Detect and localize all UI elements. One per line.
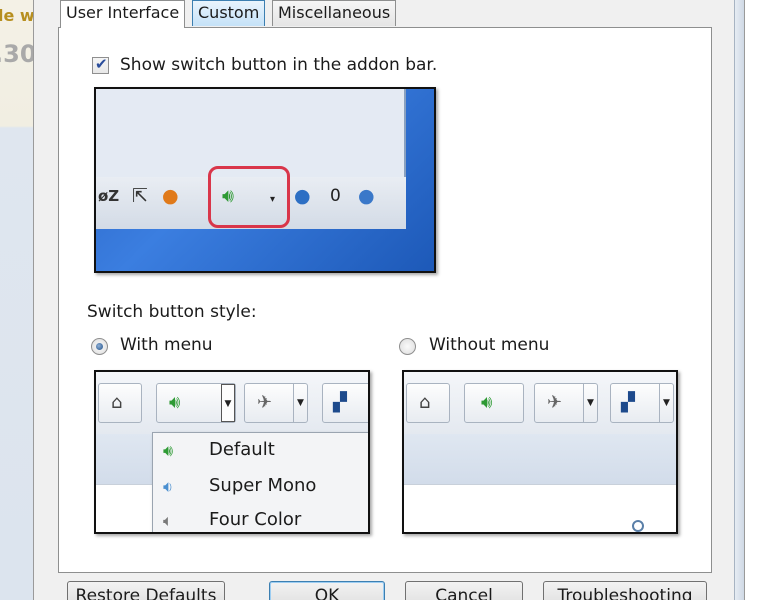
addon-icon-arrow-box: ⇱ [132,185,148,207]
without-menu-preview: ⌂ 🔊︎ ✈ ▼ ▞ ▼ [402,370,678,534]
restore-defaults-button[interactable]: Restore Defaults [67,581,225,600]
show-switch-button-checkbox[interactable]: ✔ [92,55,109,74]
speaker-icon: 🔊︎ [169,392,181,413]
cancel-button[interactable]: Cancel [405,581,523,600]
chevron-down-icon: ▼ [221,384,235,422]
chevron-down-icon: ▼ [659,384,673,422]
checkmark-icon: ✔ [95,55,108,73]
ok-button[interactable]: OK [269,581,385,600]
switch-style-menu: 🔊︎ Default 🔉︎ Super Mono 🔈︎ Four Color [152,432,368,532]
switch-button-highlight [208,166,290,228]
addon-icon-globe: ● [294,185,311,207]
menu-item-four-color: 🔈︎ Four Color [153,505,368,532]
four-color-speaker-icon: 🔈︎ [163,511,173,530]
addon-icon-rocket: ● [162,185,179,207]
grid-icon: ▞ [333,392,347,413]
with-menu-radio[interactable] [91,338,108,355]
menu-item-super-mono-label: Super Mono [209,475,317,496]
with-menu-preview: ⌂ 🔊︎ ▼ ✈ ▼ ▞ 🔊︎ Default 🔉︎ Super Mono 🔈︎… [94,370,370,534]
menu-item-super-mono: 🔉︎ Super Mono [153,471,368,505]
addon-icon-ap: ● [358,185,375,207]
preview-content-line [404,484,676,485]
menu-item-default-label: Default [209,439,275,460]
grid-button: ▞ ▼ [610,383,674,423]
mono-speaker-icon: 🔉︎ [163,477,174,496]
home-button: ⌂ [98,383,142,423]
search-icon [632,520,644,532]
with-menu-label[interactable]: With menu [120,335,213,355]
menu-item-default: 🔊︎ Default [153,435,368,469]
switch-button-with-menu: 🔊︎ ▼ [156,383,236,423]
without-menu-radio[interactable] [399,338,416,355]
speaker-icon: 🔊︎ [163,441,174,460]
home-icon: ⌂ [419,392,431,413]
show-switch-button-label[interactable]: Show switch button in the addon bar. [120,55,437,75]
chevron-down-icon: ▼ [583,384,597,422]
bug-icon: ✈ [547,392,563,413]
grid-button: ▞ [322,383,368,423]
addon-counter: 0 [330,186,341,206]
troubleshooting-button[interactable]: Troubleshooting [543,581,707,600]
addon-icon-text: øZ [98,187,120,205]
menu-item-four-color-label: Four Color [209,509,302,530]
addon-button: ✈ ▼ [534,383,598,423]
bug-icon: ✈ [257,392,273,413]
addon-bar-preview: øZ ⇱ ● 🔊︎ ▾ ● 0 ● [94,87,436,273]
radio-selected-dot [96,343,103,350]
speaker-icon: 🔊︎ [481,392,493,413]
home-button: ⌂ [406,383,450,423]
switch-style-label: Switch button style: [87,302,257,322]
chevron-down-icon: ▼ [293,384,307,422]
grid-icon: ▞ [621,392,635,413]
home-icon: ⌂ [111,392,123,413]
preview-lower-area [404,434,676,484]
switch-button-plain: 🔊︎ [464,383,524,423]
addon-button: ✈ ▼ [244,383,308,423]
without-menu-label[interactable]: Without menu [429,335,549,355]
